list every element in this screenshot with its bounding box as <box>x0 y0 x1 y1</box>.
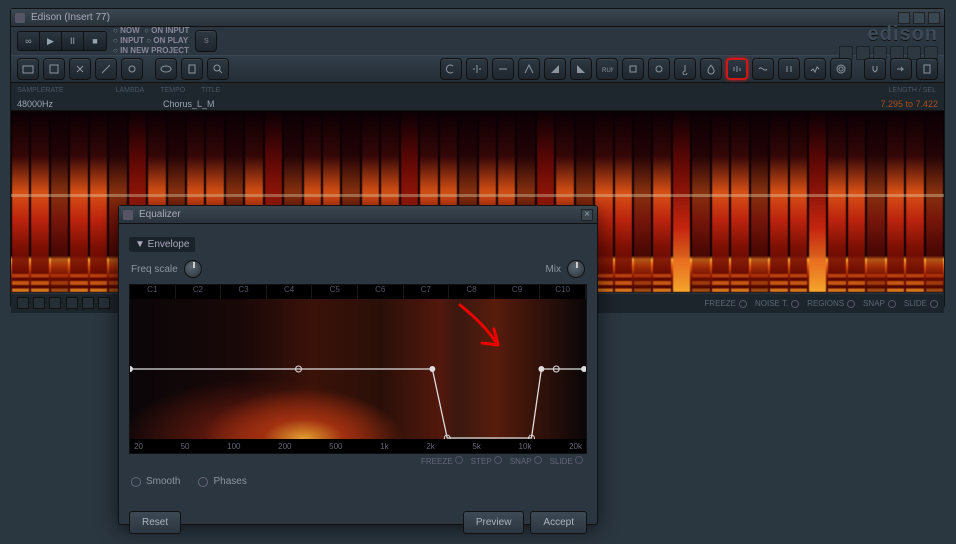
record-options[interactable]: ○ NOW ○ ON INPUT ○ INPUT ○ ON PLAY ○ IN … <box>113 26 189 56</box>
send-button[interactable] <box>890 58 912 80</box>
status-icon-1[interactable] <box>17 297 29 309</box>
noise-t-toggle[interactable]: NOISE T. <box>755 299 799 308</box>
freq-scale-label: Freq scale <box>131 264 178 275</box>
preview-button[interactable]: Preview <box>463 511 525 534</box>
tool-button-1[interactable] <box>121 58 143 80</box>
freq-ruler: 20501002005001k2k5k10k20k <box>130 439 586 453</box>
eq-envelope-editor[interactable]: C1C2C3C4C5C6C7C8C9C10 20501002005001k2k5… <box>129 284 587 454</box>
dialog-close-icon[interactable]: × <box>581 209 593 221</box>
file-save-button[interactable] <box>43 58 65 80</box>
mix-label: Mix <box>545 264 561 275</box>
reset-button[interactable]: Reset <box>129 511 181 534</box>
freq-scale-knob[interactable] <box>184 260 202 278</box>
octave-ruler: C1C2C3C4C5C6C7C8C9C10 <box>130 285 586 299</box>
status-icon-3[interactable] <box>49 297 61 309</box>
script-button[interactable] <box>181 58 203 80</box>
fadeout-button[interactable] <box>570 58 592 80</box>
trim-button[interactable] <box>622 58 644 80</box>
mix-knob[interactable] <box>567 260 585 278</box>
top-controls: ∞ ▶ II ■ ○ NOW ○ ON INPUT ○ INPUT ○ ON P… <box>11 27 944 55</box>
window-menu-icon[interactable] <box>15 13 25 23</box>
zoom-button[interactable] <box>207 58 229 80</box>
loop-tool-button[interactable] <box>648 58 670 80</box>
stretch-button[interactable] <box>778 58 800 80</box>
denoise-button[interactable] <box>804 58 826 80</box>
run-button[interactable]: RUN <box>596 58 618 80</box>
file-open-button[interactable] <box>17 58 39 80</box>
snap-toggle[interactable]: SNAP <box>863 299 896 308</box>
dialog-title: Equalizer <box>139 209 181 220</box>
svg-text:RUN: RUN <box>602 68 613 74</box>
envelope-section-header[interactable]: ▼ Envelope <box>129 237 195 252</box>
tune-button[interactable] <box>674 58 696 80</box>
status-icon-2[interactable] <box>33 297 45 309</box>
envelope-curve[interactable] <box>130 299 586 439</box>
eq-snap-toggle[interactable]: SNAP <box>510 456 542 466</box>
eq-step-toggle[interactable]: STEP <box>471 456 502 466</box>
slide-toggle[interactable]: SLIDE <box>904 299 938 308</box>
edit-button[interactable] <box>95 58 117 80</box>
undo-button[interactable] <box>440 58 462 80</box>
play-button[interactable]: ▶ <box>40 32 62 50</box>
smooth-checkbox[interactable]: Smooth <box>131 476 180 487</box>
src-button[interactable]: S <box>195 30 217 52</box>
eq-button[interactable] <box>726 58 748 80</box>
convolve-button[interactable] <box>752 58 774 80</box>
accept-button[interactable]: Accept <box>530 511 587 534</box>
blur-button[interactable] <box>700 58 722 80</box>
drag-button[interactable] <box>916 58 938 80</box>
dialog-menu-icon[interactable] <box>123 210 133 220</box>
amp-button[interactable] <box>466 58 488 80</box>
normalize-button[interactable] <box>518 58 540 80</box>
eq-freeze-toggle[interactable]: FREEZE <box>421 456 463 466</box>
selection-range: 7.295 to 7.422 <box>880 99 938 109</box>
reverse-button[interactable] <box>492 58 514 80</box>
status-icon-4[interactable] <box>66 297 78 309</box>
toolbar: RUN <box>11 55 944 83</box>
equalizer-dialog: Equalizer × ▼ Envelope Freq scale Mix C1… <box>118 205 598 525</box>
view-button[interactable] <box>155 58 177 80</box>
titlebar[interactable]: Edison (Insert 77) <box>11 9 944 27</box>
pause-button[interactable]: II <box>62 32 84 50</box>
regions-toggle[interactable]: REGIONS <box>807 299 855 308</box>
phases-checkbox[interactable]: Phases <box>198 476 246 487</box>
samplerate-value: 48000Hz <box>17 99 53 109</box>
status-icon-6[interactable] <box>98 297 110 309</box>
reverb-button[interactable] <box>830 58 852 80</box>
window-title: Edison (Insert 77) <box>31 12 110 23</box>
eq-slide-toggle[interactable]: SLIDE <box>550 456 583 466</box>
fadein-button[interactable] <box>544 58 566 80</box>
freeze-toggle[interactable]: FREEZE <box>704 299 747 308</box>
edison-logo: edison <box>868 23 938 46</box>
transport: ∞ ▶ II ■ <box>17 31 107 51</box>
claw-button[interactable] <box>864 58 886 80</box>
status-icon-5[interactable] <box>82 297 94 309</box>
stop-button[interactable]: ■ <box>84 32 106 50</box>
cut-button[interactable] <box>69 58 91 80</box>
title-value: Chorus_L_M <box>163 99 215 109</box>
loop-button[interactable]: ∞ <box>18 32 40 50</box>
